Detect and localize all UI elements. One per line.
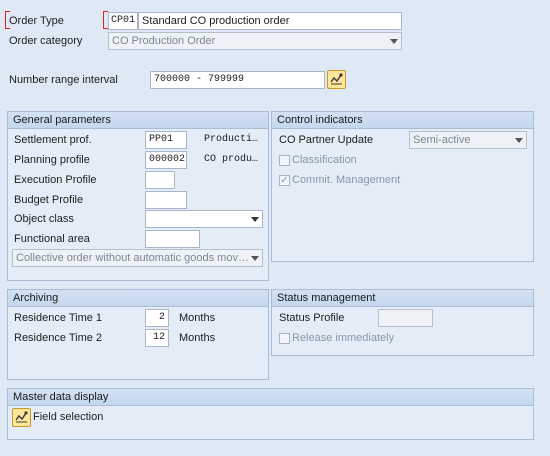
field-selection-label[interactable]: Field selection [33,408,103,426]
object-class-label: Object class [14,213,74,225]
order-type-code-field[interactable]: CP01 [108,12,138,30]
budget-profile-field[interactable] [145,191,187,209]
residence-time-2-field[interactable]: 12 [145,329,169,347]
planning-profile-description: CO produ… [204,154,259,165]
planning-profile-field[interactable]: 000002 [145,151,187,169]
status-profile-field[interactable] [378,309,433,327]
residence-time-1-field[interactable]: 2 [145,309,169,327]
co-partner-update-select[interactable]: Semi-active [409,131,527,149]
chevron-down-icon [390,39,398,44]
status-profile-label: Status Profile [279,312,345,324]
settlement-profile-description: Producti… [204,134,259,145]
functional-area-label: Functional area [14,233,90,245]
field-selection-button[interactable] [12,408,31,427]
archiving-title: Archiving [8,290,268,307]
order-category-value: CO Production Order [112,35,216,47]
number-range-label: Number range interval [9,74,118,86]
budget-profile-label: Budget Profile [14,194,84,206]
co-partner-update-label: CO Partner Update [279,134,374,146]
field-selection-icon [15,411,28,423]
residence-time-1-label: Residence Time 1 [14,312,103,324]
master-data-display-title: Master data display [8,389,533,406]
settlement-profile-field[interactable]: PP01 [145,131,187,149]
order-type-label: Order Type [9,15,64,27]
residence-time-2-label: Residence Time 2 [14,332,103,344]
functional-area-field[interactable] [145,230,200,248]
general-parameters-title: General parameters [8,112,268,129]
goods-movement-value: Collective order without automatic goods… [16,252,249,264]
planning-profile-label: Planning profile [14,154,90,166]
order-type-settings-screen: { "header": { "order_type_label": "Order… [0,0,550,456]
chevron-down-icon [251,256,259,261]
classification-label: Classification [292,154,357,166]
commit-management-label: Commit. Management [292,174,401,186]
execution-profile-field[interactable] [145,171,175,189]
order-category-label: Order category [9,35,83,47]
object-class-select[interactable] [145,210,263,228]
release-immediately-label: Release immediately [292,332,395,344]
classification-checkbox[interactable] [279,155,290,166]
number-range-button[interactable] [327,70,346,89]
status-management-title: Status management [272,290,533,307]
co-partner-update-value: Semi-active [413,134,471,146]
order-category-select[interactable]: CO Production Order [108,32,402,50]
number-range-field[interactable]: 700000 - 799999 [150,71,325,89]
chevron-down-icon [251,217,259,222]
check-mark-icon: ✓ [280,175,289,186]
execution-profile-label: Execution Profile [14,174,97,186]
goods-movement-select[interactable]: Collective order without automatic goods… [12,249,263,267]
number-range-icon [330,73,343,85]
order-type-text-field[interactable]: Standard CO production order [138,12,402,30]
commit-management-checkbox[interactable]: ✓ [279,175,290,186]
residence-time-2-unit: Months [179,332,216,344]
chevron-down-icon [515,138,523,143]
control-indicators-title: Control indicators [272,112,533,129]
release-immediately-checkbox[interactable] [279,333,290,344]
settlement-profile-label: Settlement prof. [14,134,92,146]
residence-time-1-unit: Months [179,312,216,324]
